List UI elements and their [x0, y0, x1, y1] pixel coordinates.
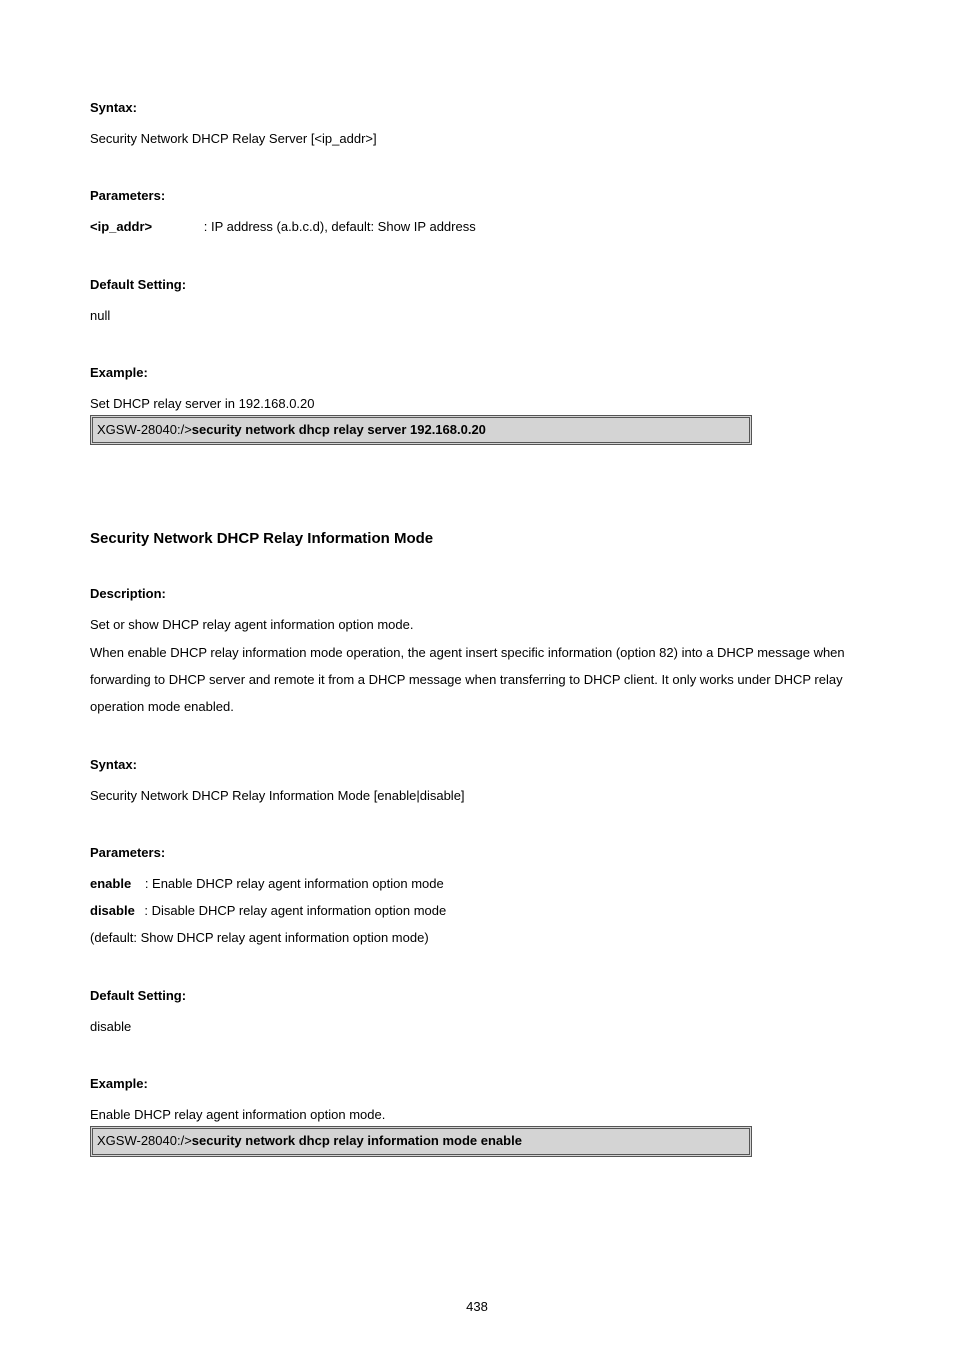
page: Syntax: Security Network DHCP Relay Serv… [0, 0, 954, 1350]
code-prompt-1: XGSW-28040:/> [97, 422, 192, 437]
desc-line2-2: When enable DHCP relay information mode … [90, 639, 864, 721]
default-heading-2: Default Setting: [90, 988, 864, 1003]
syntax-heading-1: Syntax: [90, 100, 864, 115]
param-label-enable: enable [90, 876, 131, 891]
param-disable-row: disable : Disable DHCP relay agent infor… [90, 897, 864, 924]
param-label-disable: disable [90, 903, 135, 918]
code-prompt-2: XGSW-28040:/> [97, 1133, 192, 1148]
syntax-body-1: Security Network DHCP Relay Server [<ip_… [90, 125, 864, 152]
syntax-heading-2: Syntax: [90, 757, 864, 772]
code-cmd-2: security network dhcp relay information … [192, 1133, 522, 1148]
command-title-2: Security Network DHCP Relay Information … [90, 530, 864, 547]
example-heading-2: Example: [90, 1076, 864, 1091]
page-number: 438 [0, 1299, 954, 1314]
params-heading-1: Parameters: [90, 188, 864, 203]
example-heading-1: Example: [90, 365, 864, 380]
param-text-ipaddr: : IP address (a.b.c.d), default: Show IP… [156, 219, 476, 234]
desc-heading-2: Description: [90, 586, 864, 601]
default-value-2: disable [90, 1013, 864, 1040]
code-box-2: XGSW-28040:/>security network dhcp relay… [90, 1126, 752, 1156]
syntax-body-2: Security Network DHCP Relay Information … [90, 782, 864, 809]
desc-line1-2: Set or show DHCP relay agent information… [90, 611, 864, 638]
params-heading-2: Parameters: [90, 845, 864, 860]
code-cmd-1: security network dhcp relay server 192.1… [192, 422, 486, 437]
param-text-disable: : Disable DHCP relay agent information o… [138, 903, 446, 918]
params-row-1: <ip_addr> : IP address (a.b.c.d), defaul… [90, 213, 864, 240]
param-text-enable: : Enable DHCP relay agent information op… [135, 876, 444, 891]
param-default-note: (default: Show DHCP relay agent informat… [90, 924, 864, 951]
example-text-1: Set DHCP relay server in 192.168.0.20 [90, 390, 864, 417]
default-heading-1: Default Setting: [90, 277, 864, 292]
code-box-1: XGSW-28040:/>security network dhcp relay… [90, 415, 752, 445]
example-text-2: Enable DHCP relay agent information opti… [90, 1101, 864, 1128]
default-value-1: null [90, 302, 864, 329]
param-label-ipaddr: <ip_addr> [90, 219, 152, 234]
param-enable-row: enable : Enable DHCP relay agent informa… [90, 870, 864, 897]
